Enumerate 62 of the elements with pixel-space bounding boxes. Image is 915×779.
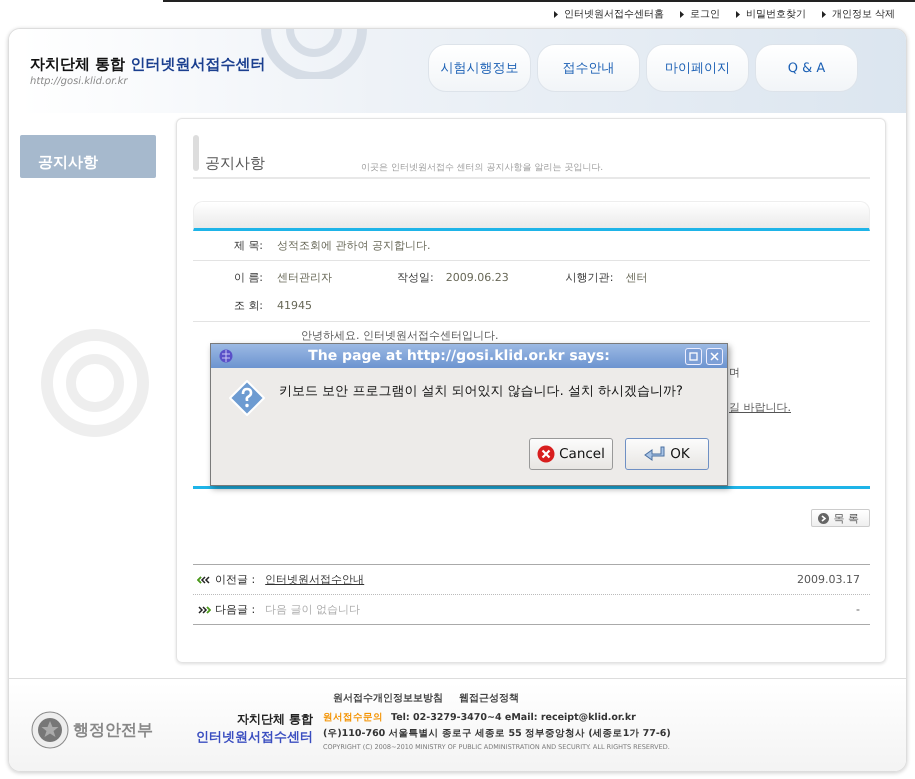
top-link[interactable]: 비밀번호찾기 (746, 7, 806, 21)
list-button[interactable]: 목 록 (810, 509, 870, 527)
view-count: 41945 (277, 298, 312, 312)
ministry-name: 행정안전부 (73, 720, 153, 740)
address-text: (우)110-760 서울특별시 종로구 세종로 55 정부중앙청사 (세종로1가 77-6) (323, 727, 671, 740)
site-title-prefix: 자치단체 통합 (30, 55, 126, 73)
next-post-title: 다음 글이 없습니다 (265, 602, 362, 617)
author-name: 센터관리자 (277, 270, 333, 284)
emblem-icon (31, 711, 69, 749)
globe-icon (219, 349, 233, 363)
brand-name: 인터넷원서접수센터 (196, 729, 313, 746)
nav-tab[interactable]: 접수안내 (537, 44, 640, 92)
bullet-icon (736, 10, 740, 18)
field-label: 조 회: (232, 298, 263, 312)
cancel-button[interactable]: Cancel (529, 438, 613, 470)
enter-icon (644, 446, 666, 462)
contact-label: 원서접수문의 (323, 712, 383, 723)
site-url: http://gosi.klid.or.kr (30, 76, 129, 87)
maximize-button[interactable] (685, 348, 702, 364)
nav-tab[interactable]: 시험시행정보 (428, 44, 531, 92)
close-button[interactable] (706, 348, 723, 364)
prev-label: 이전글 : (215, 572, 256, 587)
ok-button[interactable]: OK (625, 438, 709, 470)
post-subject: 성적조회에 관하여 공지합니다. (277, 238, 430, 253)
left-arrows-icon (197, 576, 211, 584)
bullet-icon (554, 10, 558, 18)
cancel-icon (537, 445, 556, 463)
footer-link[interactable]: 웹접근성정책 (459, 691, 519, 705)
maximize-icon (689, 352, 698, 360)
top-link[interactable]: 로그인 (690, 7, 720, 21)
field-label: 이 름: (232, 270, 263, 284)
dialog-message: 키보드 보안 프로그램이 설치 되어있지 않습니다. 설치 하시겠습니까? (279, 383, 683, 400)
right-arrows-icon (197, 606, 211, 614)
post-date: 2009.06.23 (446, 270, 510, 284)
title-accent-bar (193, 135, 199, 171)
top-link[interactable]: 개인정보 삭제 (832, 7, 895, 21)
footer-link[interactable]: 원서접수개인정보보방침 (333, 691, 443, 705)
bullet-icon (680, 10, 684, 18)
field-label: 제 목: (232, 238, 263, 253)
agency-name: 센터 (625, 270, 648, 284)
close-icon (710, 352, 719, 360)
body-text: 며 (729, 365, 740, 380)
prev-post-link[interactable]: 인터넷원서접수안내 (265, 572, 794, 587)
dialog-title: The page at http://gosi.klid.or.kr says: (307, 348, 611, 364)
contact-info: Tel: 02-3279-3470~4 eMail: receipt@klid.or.kr (391, 712, 636, 723)
page-description: 이곳은 인터넷원서접수 센터의 공지사항을 알리는 곳입니다. (361, 162, 604, 175)
site-title: 인터넷원서접수센터 (130, 55, 266, 73)
field-label: 작성일: (397, 270, 434, 284)
nav-tab[interactable]: 마이페이지 (646, 44, 749, 92)
field-label: 시행기관: (566, 270, 614, 284)
brand-prefix: 자치단체 통합 (236, 711, 313, 728)
body-text: 길 바랍니다. (729, 400, 791, 415)
arrow-icon (818, 512, 828, 524)
top-link[interactable]: 인터넷원서접수센터홈 (564, 7, 664, 21)
body-text: 안녕하세요. 인터넷원서접수센터입니다. (301, 328, 498, 343)
page-title: 공지사항 (205, 154, 266, 174)
next-post-date: - (856, 603, 860, 616)
prev-post-date: 2009.03.17 (797, 573, 860, 586)
next-label: 다음글 : (215, 602, 256, 617)
bullet-icon (822, 10, 826, 18)
nav-tab[interactable]: Q & A (755, 44, 858, 92)
question-icon (229, 380, 265, 416)
